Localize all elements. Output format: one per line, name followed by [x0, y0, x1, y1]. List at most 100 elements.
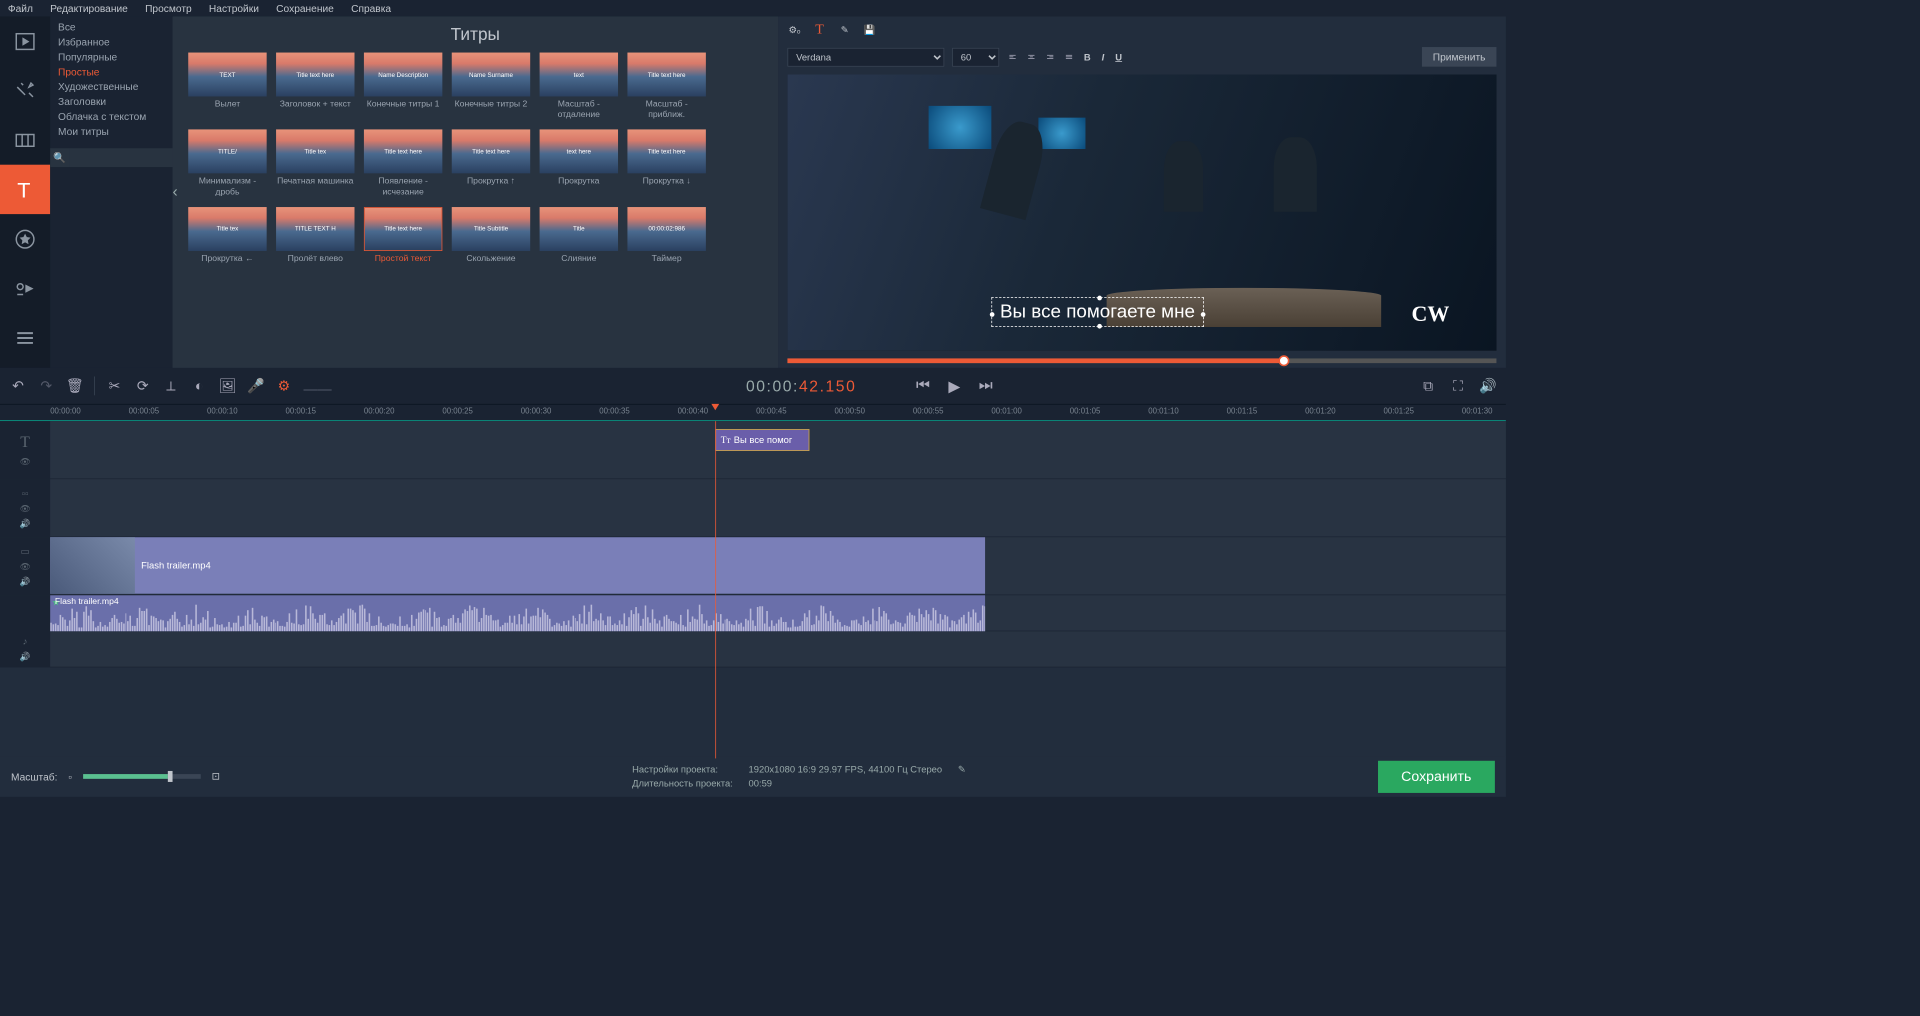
title-preset[interactable]: Name DescriptionКонечные титры 1: [364, 53, 442, 121]
delete-icon[interactable]: 🗑: [66, 378, 83, 394]
category-Заголовки[interactable]: Заголовки: [50, 94, 172, 109]
title-track-body[interactable]: TтВы все помог: [50, 421, 1506, 478]
svg-text:T: T: [17, 178, 30, 202]
title-preset[interactable]: Title texПечатная машинка: [276, 130, 354, 198]
filters-tab[interactable]: [0, 66, 50, 115]
apply-button[interactable]: Применить: [1422, 47, 1497, 67]
overlay-track-body[interactable]: [50, 479, 1506, 536]
record-audio-icon[interactable]: 🎤: [247, 378, 264, 394]
title-preset[interactable]: Title text hereЗаголовок + текст: [276, 53, 354, 121]
title-preset[interactable]: Title text hereПрокрутка ↑: [452, 130, 530, 198]
mute-icon[interactable]: 🔊: [20, 518, 31, 528]
title-preset[interactable]: Title SubtitleСкольжение: [452, 207, 530, 264]
chroma-icon[interactable]: 🖼: [219, 378, 236, 394]
mute-icon[interactable]: 🔊: [20, 652, 31, 662]
menu-file[interactable]: Файл: [8, 2, 33, 14]
category-Популярные[interactable]: Популярные: [50, 49, 172, 64]
visibility-icon[interactable]: 👁: [20, 456, 31, 466]
title-clip[interactable]: TтВы все помог: [715, 429, 809, 451]
clip-settings-icon[interactable]: ⚙: [275, 378, 292, 394]
video-preview[interactable]: Вы все помогаете мне CW: [787, 75, 1496, 351]
audio-track-body[interactable]: [50, 631, 1506, 666]
category-Облачка с текстом[interactable]: Облачка с текстом: [50, 109, 172, 124]
track-video-icon: ▭: [21, 545, 30, 556]
title-preset[interactable]: Title text hereМасштаб - приближ.: [627, 53, 705, 121]
title-preset[interactable]: text hereПрокрутка: [540, 130, 618, 198]
cut-icon[interactable]: ✂: [106, 378, 123, 394]
fullscreen-icon[interactable]: ⛶: [1449, 378, 1466, 394]
visibility-icon[interactable]: 👁: [20, 561, 31, 571]
collapse-icon[interactable]: ‹: [173, 183, 178, 201]
save-button[interactable]: Сохранить: [1378, 760, 1495, 792]
menu-view[interactable]: Просмотр: [145, 2, 192, 14]
category-Все[interactable]: Все: [50, 20, 172, 35]
italic-button[interactable]: I: [1100, 51, 1106, 62]
equalizer-icon[interactable]: ⎼⎼: [304, 378, 321, 394]
align-left[interactable]: [1007, 52, 1018, 61]
transitions-tab[interactable]: [0, 115, 50, 164]
proj-edit-icon[interactable]: ✎: [958, 764, 966, 775]
mute-icon[interactable]: 🔊: [20, 576, 31, 586]
category-Простые[interactable]: Простые: [50, 64, 172, 79]
title-preset[interactable]: TEXTВылет: [188, 53, 266, 121]
menu-settings[interactable]: Настройки: [209, 2, 259, 14]
underline-button[interactable]: U: [1114, 51, 1124, 62]
title-preset[interactable]: 00:00:02:986Таймер: [627, 207, 705, 264]
audio-clip[interactable]: ★ Flash trailer.mp4: [50, 595, 985, 631]
title-preset[interactable]: TITLE TEXT HПролёт влево: [276, 207, 354, 264]
overlay-text[interactable]: Вы все помогаете мне: [1000, 301, 1195, 322]
color-adjust-icon[interactable]: ◐: [191, 378, 208, 394]
title-overlay[interactable]: Вы все помогаете мне: [991, 297, 1203, 327]
prev-icon[interactable]: ⏮: [914, 376, 931, 396]
font-family-select[interactable]: Verdana: [787, 47, 944, 66]
clip-props-icon[interactable]: ⚙ₒ: [787, 24, 801, 35]
more-tab[interactable]: [0, 313, 50, 362]
video-track-body[interactable]: Flash trailer.mp4: [50, 537, 1506, 594]
save-preset-icon[interactable]: 💾: [863, 24, 877, 35]
titles-tab[interactable]: T: [0, 165, 50, 214]
title-preset[interactable]: TitleСлияние: [540, 207, 618, 264]
menu-edit[interactable]: Редактирование: [50, 2, 128, 14]
redo-icon[interactable]: ↷: [38, 378, 55, 394]
title-preset[interactable]: textМасштаб - отдаление: [540, 53, 618, 121]
align-justify[interactable]: [1064, 52, 1075, 61]
align-right[interactable]: [1045, 52, 1056, 61]
rotate-icon[interactable]: ⟳: [134, 378, 151, 394]
timeline-ruler[interactable]: 00:00:0000:00:0500:00:1000:00:1500:00:20…: [0, 404, 1506, 421]
stickers-tab[interactable]: [0, 214, 50, 263]
menu-save[interactable]: Сохранение: [276, 2, 334, 14]
timecode: 00:00:42.150: [746, 376, 856, 396]
color-icon[interactable]: ✎: [838, 24, 852, 35]
callouts-tab[interactable]: [0, 264, 50, 313]
zoom-slider[interactable]: [83, 774, 201, 779]
category-Художественные[interactable]: Художественные: [50, 79, 172, 94]
title-preset[interactable]: Title texПрокрутка ←: [188, 207, 266, 264]
title-preset[interactable]: Name SurnameКонечные титры 2: [452, 53, 530, 121]
media-tab[interactable]: [0, 16, 50, 65]
bold-button[interactable]: B: [1082, 51, 1092, 62]
linked-audio-body[interactable]: ★ Flash trailer.mp4: [50, 595, 1506, 630]
font-size-select[interactable]: 60: [952, 47, 999, 66]
video-clip[interactable]: Flash trailer.mp4: [50, 537, 985, 593]
zoom-fit-icon[interactable]: ⊡: [212, 770, 221, 783]
next-icon[interactable]: ⏭: [977, 376, 994, 396]
network-logo: CW: [1412, 302, 1450, 327]
volume-icon[interactable]: 🔊: [1479, 378, 1496, 394]
play-icon[interactable]: ▶: [946, 376, 963, 396]
menu-help[interactable]: Справка: [351, 2, 391, 14]
text-edit-icon[interactable]: T: [813, 21, 827, 37]
title-preset[interactable]: TITLE/Минимализм - дробь: [188, 130, 266, 198]
popout-icon[interactable]: ⧉: [1420, 378, 1437, 394]
crop-icon[interactable]: ⟂: [162, 378, 179, 394]
zoom-out-icon[interactable]: ▫: [68, 771, 72, 783]
align-center[interactable]: [1026, 52, 1037, 61]
title-preset[interactable]: Title text hereПоявление - исчезание: [364, 130, 442, 198]
visibility-icon[interactable]: 👁: [20, 503, 31, 513]
playhead[interactable]: [715, 421, 716, 758]
category-Избранное[interactable]: Избранное: [50, 35, 172, 50]
title-preset[interactable]: Title text hereПрокрутка ↓: [627, 130, 705, 198]
category-Мои титры[interactable]: Мои титры: [50, 124, 172, 139]
title-preset[interactable]: Title text hereПростой текст: [364, 207, 442, 264]
preview-progress[interactable]: [787, 358, 1496, 363]
undo-icon[interactable]: ↶: [9, 378, 26, 394]
